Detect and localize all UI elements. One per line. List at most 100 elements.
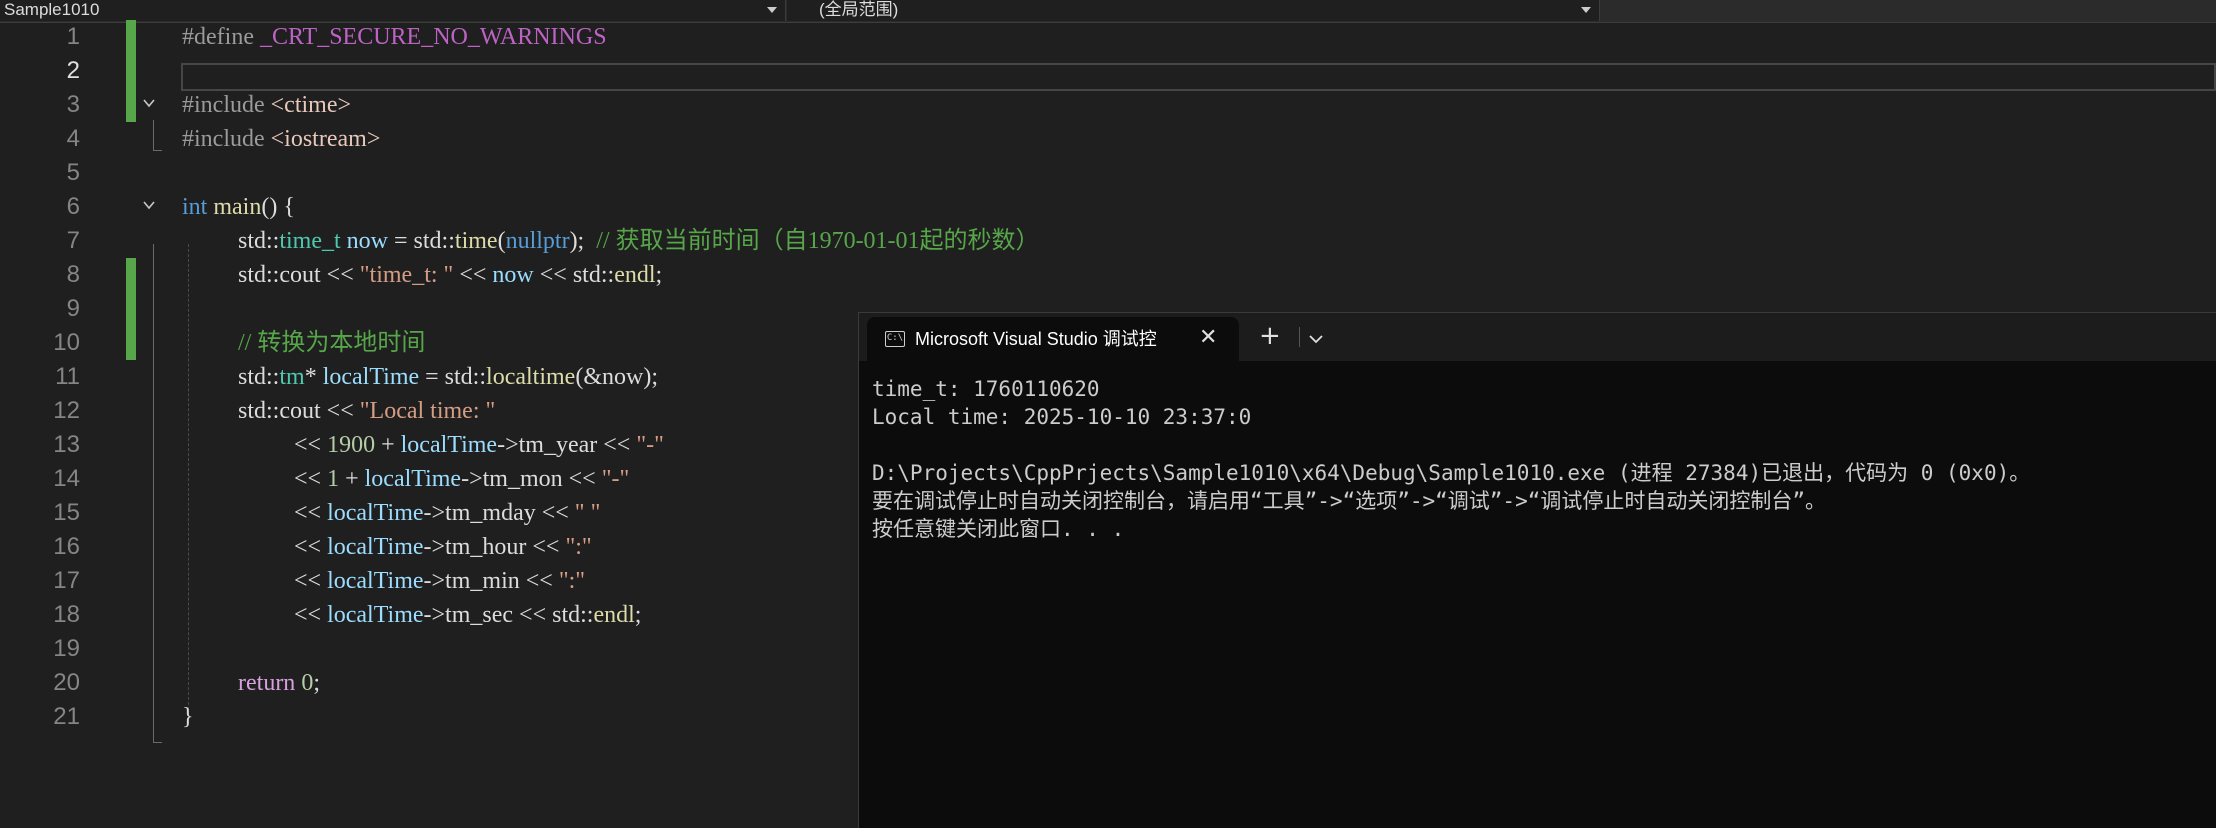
code-text: ->tm_hour << — [423, 534, 566, 560]
code-text: << — [453, 262, 493, 288]
console-output-line: D:\Projects\CppPrjects\Sample1010\x64\De… — [872, 461, 2031, 485]
function-name: main — [213, 194, 262, 220]
code-text: + — [339, 466, 365, 492]
code-text: cout — [279, 262, 321, 288]
function-name: localtime — [486, 364, 576, 390]
code-text: ; — [634, 602, 642, 628]
scope-dropdown[interactable]: (全局范围) — [787, 0, 1600, 21]
code-text: << — [294, 534, 328, 560]
code-text: = std:: — [388, 228, 455, 254]
code-text: (&now); — [575, 364, 658, 390]
variable: localTime — [400, 432, 498, 458]
debug-console-window[interactable]: C:\ Microsoft Visual Studio 调试控 ✕ + time… — [858, 312, 2216, 828]
code-text: << std:: — [533, 262, 615, 288]
line-number: 1 — [66, 23, 80, 50]
variable: localTime — [327, 500, 424, 526]
line-number: 16 — [53, 533, 80, 560]
fold-chevron-icon[interactable] — [143, 199, 155, 211]
line-number: 8 — [66, 261, 80, 288]
string-literal: "-" — [636, 432, 664, 458]
close-icon[interactable]: ✕ — [1199, 327, 1217, 349]
code-line: 8 std::cout << "time_t: " << now << std:… — [0, 258, 2216, 292]
number-literal: 1 — [327, 466, 340, 492]
code-text: ( — [497, 228, 506, 254]
change-marker — [126, 326, 136, 360]
project-dropdown[interactable]: Sample1010 — [0, 0, 786, 21]
code-text: ->tm_mday << — [423, 500, 575, 526]
change-marker — [126, 20, 136, 54]
line-number: 11 — [55, 363, 80, 390]
code-line: 3 #include <ctime> — [0, 88, 2216, 122]
line-number: 9 — [66, 295, 80, 322]
line-number: 15 — [53, 499, 80, 526]
string-literal: ":" — [565, 534, 592, 560]
function-name: endl — [593, 602, 635, 628]
console-output-line: time_t: 1760110620 — [872, 377, 1100, 401]
line-number: 13 — [53, 431, 80, 458]
string-literal: ":" — [558, 568, 586, 594]
code-line: 5 — [0, 156, 2216, 190]
console-tab[interactable]: C:\ Microsoft Visual Studio 调试控 ✕ — [867, 317, 1239, 361]
line-number: 21 — [53, 703, 80, 730]
code-text: std:: — [238, 364, 280, 390]
chevron-down-icon — [1581, 7, 1591, 13]
code-text: + — [375, 432, 401, 458]
code-text: << — [320, 262, 360, 288]
variable: localTime — [327, 568, 424, 594]
code-text: std::cout << — [238, 398, 360, 424]
number-literal: 0 — [301, 670, 314, 696]
code-text: << — [294, 500, 328, 526]
variable: now — [346, 228, 389, 254]
code-line: 7 std::time_t now = std::time(nullptr); … — [0, 224, 2216, 258]
change-marker — [126, 258, 136, 292]
code-text: ->tm_sec << std:: — [423, 602, 594, 628]
code-text: << — [294, 466, 328, 492]
code-text: ->tm_year << — [497, 432, 637, 458]
line-number: 14 — [53, 465, 80, 492]
line-number: 17 — [53, 567, 80, 594]
variable: localTime — [364, 466, 462, 492]
project-dropdown-label: Sample1010 — [4, 0, 100, 19]
scope-dropdown-label: (全局范围) — [819, 0, 899, 19]
terminal-icon: C:\ — [885, 331, 905, 347]
code-text: std:: — [238, 262, 280, 288]
line-number: 19 — [53, 635, 80, 662]
line-number: 18 — [53, 601, 80, 628]
string-literal: "time_t: " — [359, 262, 454, 288]
string-literal: "Local time: " — [359, 398, 496, 424]
variable: localTime — [327, 602, 424, 628]
fold-chevron-icon[interactable] — [143, 97, 155, 109]
type-name: time_t — [279, 228, 341, 254]
variable: now — [492, 262, 534, 288]
number-literal: 1900 — [327, 432, 376, 458]
code-text: << — [294, 602, 328, 628]
header-name: <ctime> — [270, 92, 352, 118]
variable: localTime — [327, 534, 424, 560]
new-tab-icon[interactable]: + — [1259, 323, 1281, 349]
code-line: 6 int main() { — [0, 190, 2216, 224]
comment: // 转换为本地时间 — [238, 330, 426, 356]
line-number: 4 — [66, 125, 80, 152]
macro-name: _CRT_SECURE_NO_WARNINGS — [259, 24, 607, 50]
code-line: 2 — [0, 54, 2216, 88]
preprocessor-directive: #include — [182, 126, 265, 152]
change-marker — [126, 292, 136, 326]
string-literal: " " — [574, 500, 601, 526]
code-text: << — [294, 568, 328, 594]
comment: // 获取当前时间（自1970-01-01起的秒数） — [596, 228, 1040, 254]
chevron-down-icon[interactable] — [1308, 333, 1324, 345]
line-number: 3 — [66, 91, 80, 118]
console-titlebar: C:\ Microsoft Visual Studio 调试控 ✕ + — [859, 313, 2216, 361]
line-number: 10 — [53, 329, 80, 356]
line-number: 6 — [66, 193, 80, 220]
keyword: int — [182, 194, 208, 220]
console-tab-title: Microsoft Visual Studio 调试控 — [915, 329, 1157, 349]
preprocessor-directive: #include — [182, 92, 265, 118]
header-name: <iostream> — [270, 126, 381, 152]
code-text: * — [304, 364, 323, 390]
code-text: << — [294, 432, 328, 458]
divider — [1299, 327, 1300, 347]
variable: localTime — [322, 364, 420, 390]
function-name: endl — [614, 262, 656, 288]
change-marker — [126, 88, 136, 122]
